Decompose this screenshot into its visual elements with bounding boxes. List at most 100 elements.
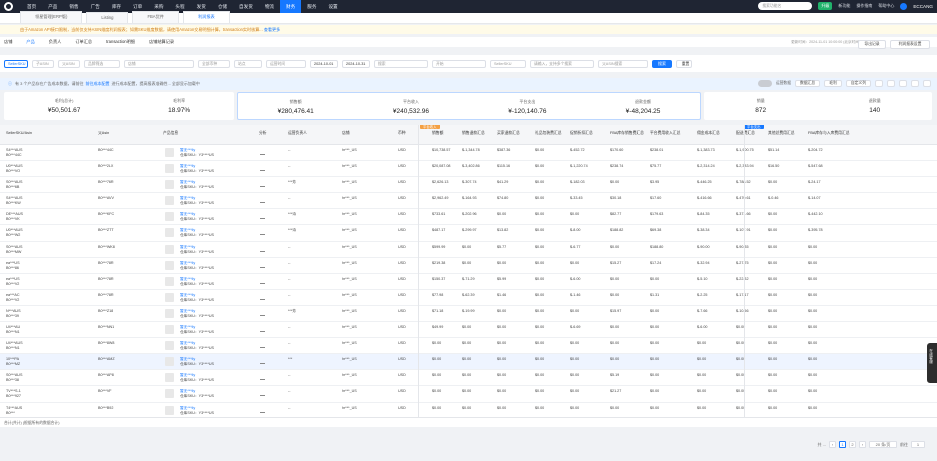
custom-columns-button[interactable]: 自定义列	[845, 80, 871, 87]
col-header-17[interactable]: FBA库存与入库费用汇总	[808, 131, 850, 136]
row-owner[interactable]: --	[288, 277, 290, 281]
row-sku[interactable]: U4***AUS	[6, 341, 23, 345]
help-link[interactable]: 帮助中心	[878, 3, 894, 9]
chart-icon[interactable]	[260, 328, 265, 333]
subtab-shop[interactable]: 店铺	[4, 39, 12, 45]
chart-icon[interactable]	[260, 248, 265, 252]
row-sku[interactable]: 10***PA	[6, 357, 19, 361]
row-owner[interactable]: --	[288, 164, 290, 168]
ops-data-toggle[interactable]	[757, 80, 772, 87]
chart-icon[interactable]	[260, 360, 265, 365]
table-row[interactable]: 10***PA B0***MZ B0***AMZ 暂无***ily 仓库SKU：Y3**…	[0, 354, 937, 371]
row-parent-asin[interactable]: B0***44C	[98, 148, 114, 152]
row-owner[interactable]: --	[288, 389, 290, 393]
row-parent-asin[interactable]: B0***78R	[98, 261, 114, 265]
col-header-14[interactable]: 佣金成本汇总	[697, 131, 720, 136]
row-owner[interactable]: --	[288, 341, 290, 345]
chart-icon[interactable]	[260, 199, 265, 204]
col-header-1[interactable]: 父Asin	[98, 131, 109, 136]
row-asin[interactable]: B0***927	[6, 394, 21, 398]
row-owner[interactable]: ***诗	[288, 228, 296, 232]
table-row[interactable]: S4***AUS B0***KW B0***AVV 暂无***ily 仓库SKU：Y3*…	[0, 193, 937, 210]
row-sku[interactable]: ea***US	[6, 261, 20, 265]
row-sku[interactable]: S4***AUS	[6, 196, 22, 200]
row-parent-asin[interactable]: B0***AP8	[98, 373, 114, 377]
tab-fba[interactable]: FBA货件	[132, 11, 179, 23]
date-from[interactable]: 2024-10-01	[310, 59, 338, 68]
nav-item-12[interactable]: 财务	[280, 0, 302, 13]
page-2[interactable]: 2	[849, 441, 856, 448]
subtab-owner[interactable]: 负责人	[49, 39, 62, 45]
row-parent-asin[interactable]: B0***AVV	[98, 196, 114, 200]
logo-icon[interactable]	[4, 2, 13, 11]
col-header-4[interactable]: 运营负责人	[288, 131, 307, 136]
row-asin[interactable]: B0***V2	[6, 298, 19, 302]
row-asin[interactable]: B0***N1	[6, 346, 20, 350]
row-sku[interactable]: TV***S-1	[6, 389, 21, 393]
row-parent-asin[interactable]: B0***Z18	[98, 309, 113, 313]
row-sku[interactable]: S4***AUS	[6, 148, 22, 152]
chart-icon[interactable]	[260, 231, 265, 236]
avatar[interactable]	[900, 2, 908, 10]
row-parent-asin[interactable]: B0***78R	[98, 293, 114, 297]
row-parent-asin[interactable]: B0***NN1	[98, 325, 114, 329]
row-parent-asin[interactable]: B0***KFC	[98, 212, 114, 216]
cost-config-link[interactable]: 前往成本配置	[85, 81, 109, 87]
side-support-widget[interactable]: 在线客服	[927, 343, 937, 383]
row-asin[interactable]: B0***V2	[6, 282, 19, 286]
subtab-settlement[interactable]: 店铺结算记录	[149, 39, 174, 45]
row-parent-asin[interactable]: B0***AMZ	[98, 357, 115, 361]
row-sku[interactable]: U4***AU	[6, 325, 20, 329]
new-feature-link[interactable]: 新功能	[838, 3, 850, 9]
table-row[interactable]: ea***US B0***86 B0***78R 暂无***ily 仓库SKU：Y3**…	[0, 257, 937, 274]
chart-icon[interactable]	[260, 264, 265, 268]
report-settings-button[interactable]: 利润报表设置	[890, 40, 930, 49]
prev-page-icon[interactable]: ‹	[829, 441, 836, 448]
refresh-icon[interactable]	[875, 80, 883, 87]
chart-icon[interactable]	[260, 183, 265, 188]
col-header-10[interactable]: 礼品包装费汇总	[535, 131, 562, 136]
row-sku[interactable]: N***AUS	[6, 309, 21, 313]
nav-item-11[interactable]: 物流	[259, 0, 280, 13]
row-parent-asin[interactable]: B0***ZTT	[98, 228, 114, 232]
tab-profit-report[interactable]: 利润报表	[182, 11, 230, 23]
row-sku[interactable]: S0***AUS	[6, 373, 22, 377]
filter-site[interactable]: 站点	[234, 59, 262, 68]
table-row[interactable]: U4***AUS B0***N1 B0***8W8 暂无***ily 仓库SKU：Y3*…	[0, 338, 937, 355]
row-owner[interactable]: --	[288, 261, 290, 265]
filter-search-1[interactable]: 搜索	[374, 59, 428, 68]
col-header-13[interactable]: 平台费用收入汇总	[650, 131, 680, 136]
row-owner[interactable]: --	[288, 406, 290, 410]
row-parent-asin[interactable]: B0***78R	[98, 277, 114, 281]
row-sku[interactable]: S0***AUS	[6, 245, 22, 249]
table-row[interactable]: ea***US B0***V2 B0***78R 暂无***ily 仓库SKU：Y3**…	[0, 273, 937, 290]
search-input[interactable]: 搜索功能名	[758, 2, 813, 10]
chart-icon[interactable]	[260, 409, 265, 413]
table-row[interactable]: U0***AUS B0***VO B0***2LX 暂无***ily 仓库SKU：Y3*…	[0, 161, 937, 178]
tab-erp[interactable]: 领星管理(ERP版)	[20, 11, 83, 23]
fullscreen-icon[interactable]	[911, 80, 919, 87]
goto-input[interactable]: 1	[911, 441, 925, 448]
filter-sellersku-2[interactable]: SellerSKU	[490, 59, 526, 68]
chart-icon[interactable]	[260, 392, 265, 397]
filter-child-asin[interactable]: 子ASIN	[32, 59, 54, 68]
nav-item-13[interactable]: 服务	[301, 0, 322, 13]
reset-button[interactable]: 重置	[676, 59, 692, 68]
row-asin[interactable]: B0***W2	[6, 233, 20, 237]
col-header-9[interactable]: 买家退款汇总	[497, 131, 520, 136]
row-asin[interactable]: B0***	[6, 411, 15, 415]
nav-item-10[interactable]: 自发货	[233, 0, 259, 13]
col-header-11[interactable]: 促销折扣汇总	[570, 131, 593, 136]
table-row[interactable]: N***AUS B0***39 B0***Z18 暂无***ily 仓库SKU：Y3**…	[0, 305, 937, 323]
guide-link[interactable]: 操作指南	[856, 3, 872, 9]
chart-icon[interactable]	[260, 344, 265, 349]
row-owner[interactable]: --	[288, 196, 290, 200]
col-header-0[interactable]: SellerSKU/Asin	[6, 131, 32, 135]
col-header-7[interactable]: 销售额	[432, 131, 443, 136]
nav-item-14[interactable]: 设置	[322, 0, 343, 13]
col-header-12[interactable]: FBA库存销售费汇总	[610, 131, 644, 136]
row-owner[interactable]: --	[288, 245, 290, 249]
row-parent-asin[interactable]: B0***VF	[98, 389, 112, 393]
col-header-3[interactable]: 分析	[259, 131, 267, 136]
row-sku[interactable]: S0***AUS	[6, 180, 22, 184]
